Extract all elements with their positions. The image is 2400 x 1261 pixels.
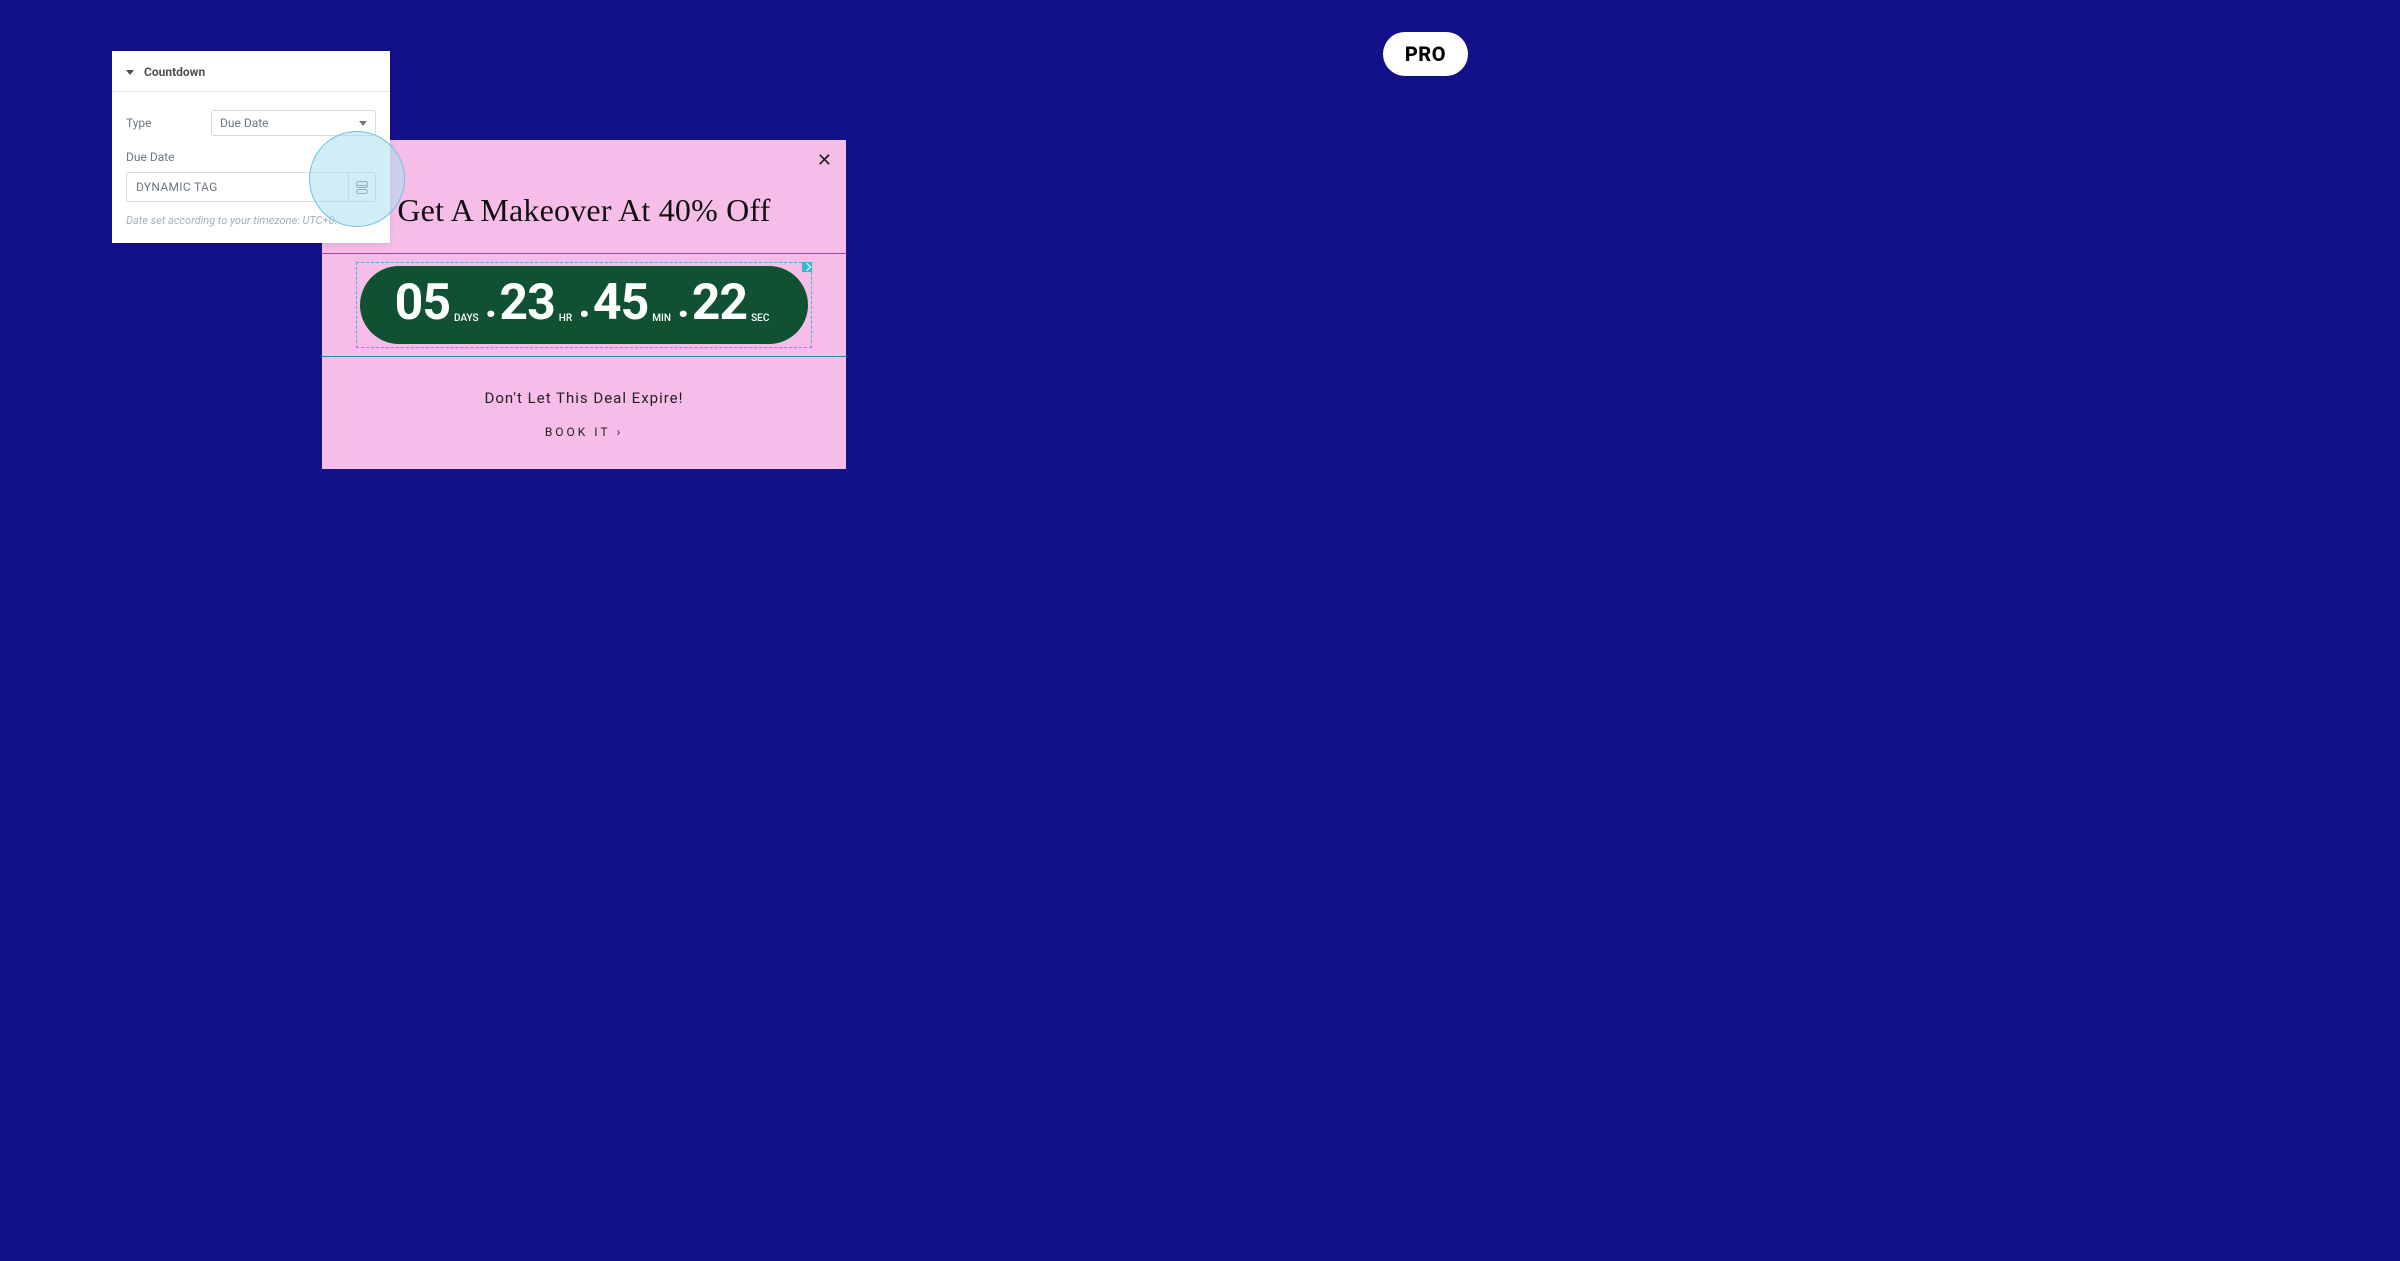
countdown-widget-selected[interactable]: 05 DAYS . 23 HR . 45 MIN . 22 SEC <box>356 262 812 348</box>
due-date-value: DYNAMIC TAG <box>136 180 218 194</box>
chevron-down-icon <box>359 121 367 126</box>
cta-label: BOOK IT <box>545 425 611 439</box>
close-button[interactable]: ✕ <box>817 152 832 170</box>
popup-subtitle: Don't Let This Deal Expire! <box>322 357 846 425</box>
caret-down-icon <box>126 70 134 75</box>
database-icon <box>356 181 368 193</box>
type-select-value: Due Date <box>220 116 269 130</box>
countdown-seconds-label: SEC <box>749 313 773 328</box>
panel-title: Countdown <box>144 65 205 79</box>
countdown-hours-label: HR <box>557 313 576 328</box>
countdown-days-label: DAYS <box>452 313 483 328</box>
due-date-input[interactable]: DYNAMIC TAG <box>126 172 348 202</box>
type-select[interactable]: Due Date <box>211 110 376 136</box>
type-label: Type <box>126 116 152 130</box>
countdown-separator: . <box>578 280 591 324</box>
countdown-seconds: 22 <box>692 278 747 328</box>
pro-badge: PRO <box>1383 32 1468 76</box>
countdown-separator: . <box>677 280 690 324</box>
chevron-right-icon: › <box>617 425 624 439</box>
countdown-hours: 23 <box>499 278 554 328</box>
countdown-days: 05 <box>395 278 450 328</box>
popup-title: Get A Makeover At 40% Off <box>322 140 846 253</box>
timezone-hint: Date set according to your timezone: UTC… <box>126 202 376 227</box>
countdown-pill: 05 DAYS . 23 HR . 45 MIN . 22 SEC <box>360 266 808 344</box>
panel-section-toggle[interactable]: Countdown <box>112 51 390 92</box>
dynamic-tag-button[interactable] <box>348 172 376 202</box>
countdown-settings-panel: Countdown Type Due Date Due Date DYNAMIC… <box>112 51 390 243</box>
book-it-button[interactable]: BOOK IT › <box>322 425 846 439</box>
countdown-separator: . <box>485 280 498 324</box>
close-icon: ✕ <box>817 150 832 171</box>
due-date-label: Due Date <box>126 144 376 172</box>
popup-preview: ✕ Get A Makeover At 40% Off 05 DAYS . 23… <box>322 140 846 469</box>
countdown-section: 05 DAYS . 23 HR . 45 MIN . 22 SEC <box>322 253 846 357</box>
countdown-minutes-label: MIN <box>650 313 675 328</box>
countdown-minutes: 45 <box>593 278 648 328</box>
